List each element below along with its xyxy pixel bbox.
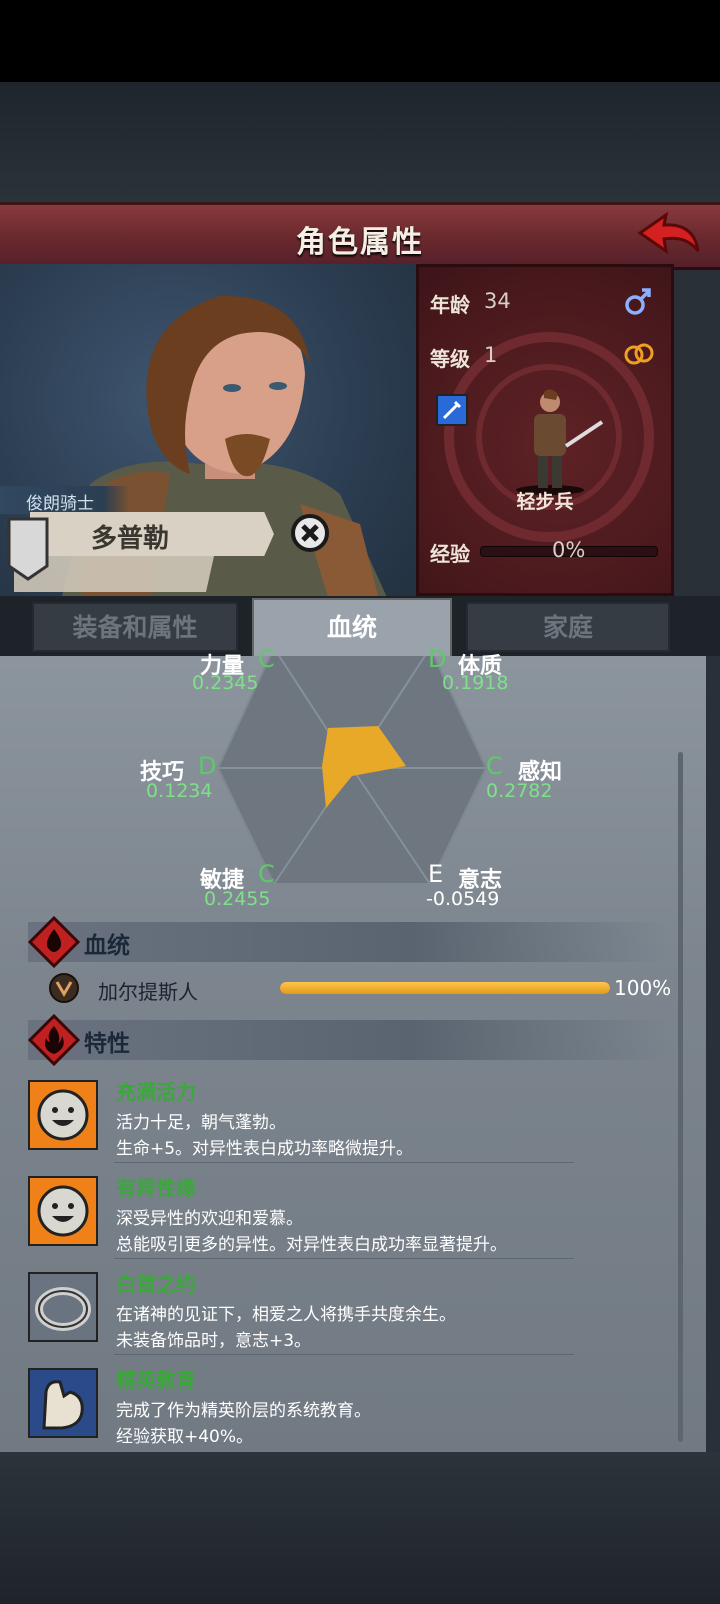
age-label: 年龄 [430, 293, 470, 317]
bottom-background [0, 1452, 720, 1604]
trait-effect: 经验获取+40%。 [116, 1427, 254, 1447]
stat-skill-value: 0.1234 [146, 780, 213, 802]
page-title: 角色属性 [296, 225, 424, 260]
character-title-tag: 俊朗骑士 [0, 486, 130, 514]
rings-icon [624, 343, 654, 365]
bloodline-name: 加尔提斯人 [98, 980, 198, 1004]
trait-effect: 生命+5。对异性表白成功率略微提升。 [116, 1139, 414, 1159]
stat-constitution-value: 0.1918 [442, 672, 509, 694]
beast-crest-icon [49, 973, 79, 1003]
trait-effect: 总能吸引更多的异性。对异性表白成功率显著提升。 [116, 1235, 507, 1255]
trait-name: 充满活力 [116, 1080, 196, 1104]
character-name: 多普勒 [90, 524, 169, 554]
trait-item[interactable]: 充满活力 活力十足，朝气蓬勃。 生命+5。对异性表白成功率略微提升。 [26, 1076, 656, 1168]
flexed-arm-icon [28, 1368, 98, 1438]
trait-description: 深受异性的欢迎和爱慕。 [116, 1209, 303, 1229]
trait-description: 活力十足，朝气蓬勃。 [116, 1113, 286, 1133]
top-background [0, 82, 720, 202]
ring-icon [28, 1272, 98, 1342]
sword-class-icon [436, 394, 468, 426]
close-icon[interactable] [290, 513, 330, 553]
divider [114, 1258, 574, 1259]
trait-description: 在诸神的见证下，相爱之人将携手共度余生。 [116, 1305, 456, 1325]
male-icon [625, 288, 651, 315]
stat-strength-grade: C [258, 645, 275, 673]
flame-icon [28, 1014, 80, 1066]
tab-family[interactable]: 家庭 [466, 602, 670, 652]
bloodline-row: 加尔提斯人 100% [40, 970, 680, 1010]
level-label: 等级 [430, 347, 470, 371]
trait-name: 有异性缘 [116, 1176, 196, 1200]
back-arrow-icon[interactable] [636, 211, 702, 261]
stat-perception-grade: C [486, 752, 503, 780]
unit-figure [516, 389, 604, 495]
stat-strength-value: 0.2345 [192, 672, 259, 694]
divider [114, 1162, 574, 1163]
unit-name: 轻步兵 [516, 491, 574, 513]
level-value: 1 [484, 343, 498, 367]
stat-will-value: -0.0549 [426, 888, 500, 910]
bloodline-section-title: 血统 [84, 933, 130, 959]
scrollbar[interactable] [678, 752, 683, 1442]
divider [114, 1354, 574, 1355]
trait-item[interactable]: 白首之约 在诸神的见证下，相爱之人将携手共度余生。 未装备饰品时，意志+3。 [26, 1268, 656, 1360]
exp-percent: 0% [552, 538, 586, 562]
tab-equipment-attributes[interactable]: 装备和属性 [32, 602, 238, 652]
stat-will-grade: E [428, 860, 444, 888]
bloodline-percent: 100% [614, 976, 672, 1000]
age-value: 34 [484, 289, 511, 313]
trait-description: 完成了作为精英阶层的系统教育。 [116, 1401, 371, 1421]
bloodline-bar-fill [280, 982, 610, 994]
stat-agility-grade: C [258, 860, 275, 888]
exp-label: 经验 [430, 542, 470, 566]
stat-constitution-grade: D [428, 645, 447, 673]
shield-icon [7, 517, 49, 581]
stat-skill-grade: D [198, 752, 217, 780]
blood-drop-icon [28, 916, 80, 968]
header-banner: 角色属性 [0, 202, 720, 270]
traits-section-header: 特性 [28, 1014, 668, 1066]
bloodline-section-header: 血统 [28, 916, 668, 968]
trait-name: 精英教育 [116, 1368, 196, 1392]
traits-section-title: 特性 [84, 1031, 130, 1057]
smiley-sun-icon [28, 1080, 98, 1150]
status-bar [0, 0, 720, 82]
tab-bloodline[interactable]: 血统 [252, 598, 452, 658]
trait-item[interactable]: 有异性缘 深受异性的欢迎和爱慕。 总能吸引更多的异性。对异性表白成功率显著提升。 [26, 1172, 656, 1264]
trait-name: 白首之约 [116, 1272, 196, 1296]
stat-agility-value: 0.2455 [204, 888, 271, 910]
smiley-sun-icon [28, 1176, 98, 1246]
stat-perception-value: 0.2782 [486, 780, 553, 802]
trait-item[interactable]: 精英教育 完成了作为精英阶层的系统教育。 经验获取+40%。 [26, 1364, 656, 1456]
character-title: 俊朗骑士 [26, 494, 94, 514]
trait-effect: 未装备饰品时，意志+3。 [116, 1331, 312, 1351]
